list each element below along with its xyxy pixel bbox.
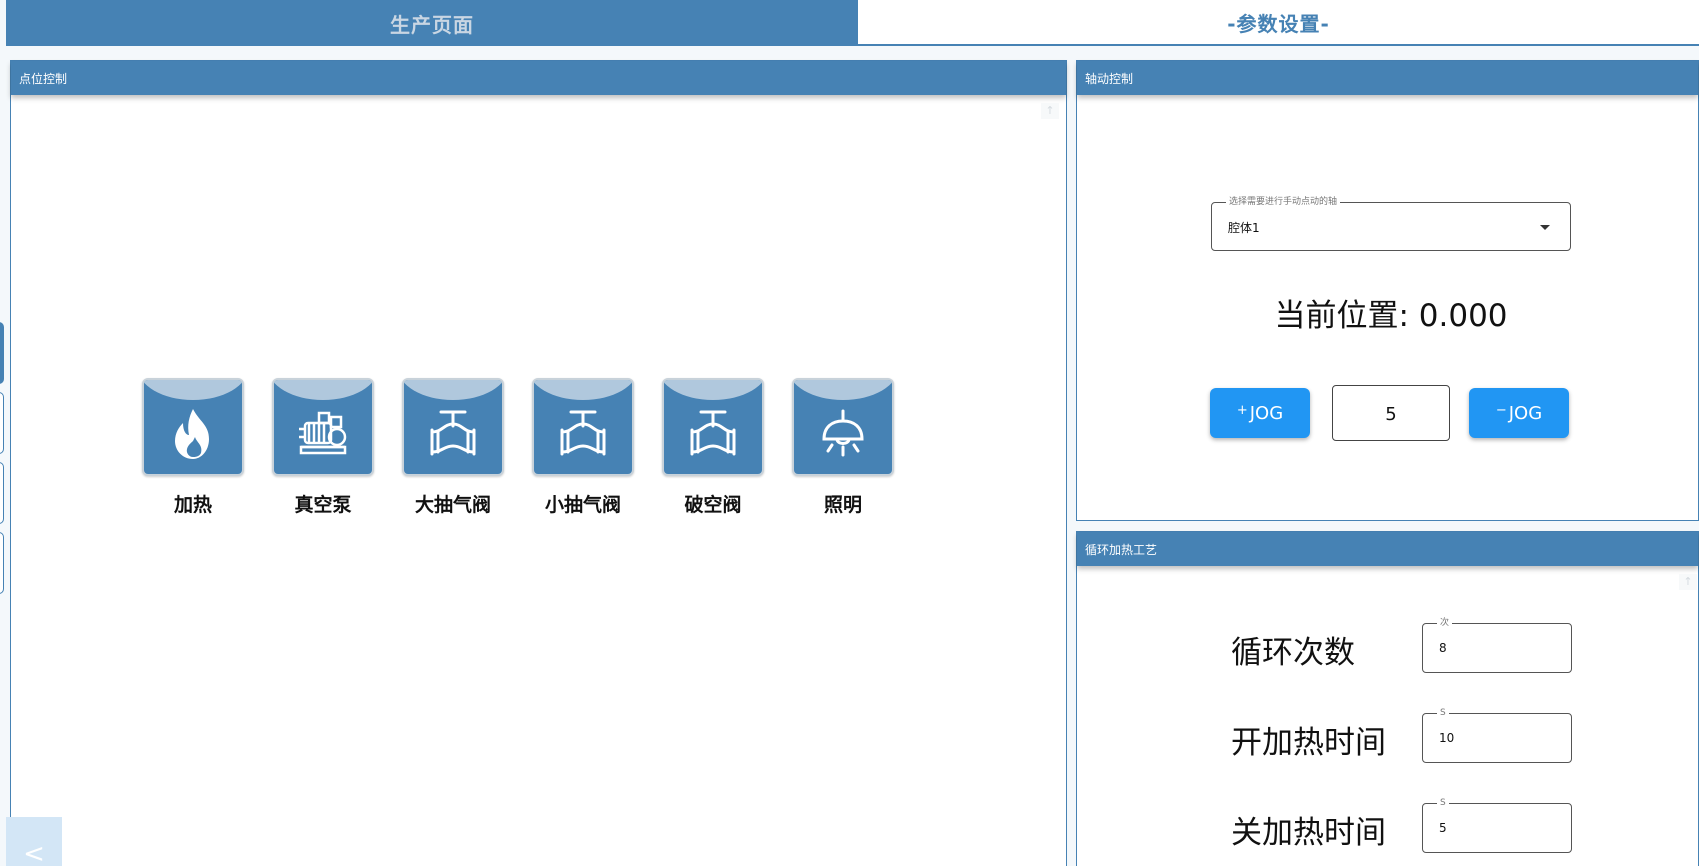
device-small-suction-valve: 小抽气阀 xyxy=(532,378,634,517)
heat-off-time-input[interactable]: S 5 xyxy=(1422,797,1572,853)
jog-step-value: 5 xyxy=(1385,404,1397,425)
valve-icon xyxy=(560,410,606,456)
device-vacuum-pump: 真空泵 xyxy=(272,378,374,517)
cycle-count-value: 8 xyxy=(1439,641,1447,655)
lighting-button[interactable] xyxy=(792,378,894,476)
device-label: 照明 xyxy=(823,494,862,516)
heat-on-time-input[interactable]: S 10 xyxy=(1422,707,1572,763)
scroll-up-icon[interactable]: ↑ xyxy=(1041,103,1059,119)
valve-icon xyxy=(430,410,476,456)
cycle-count-input[interactable]: 次 8 xyxy=(1422,617,1572,673)
point-control-title: 点位控制 xyxy=(11,61,1066,95)
device-heating: 加热 xyxy=(142,378,244,517)
device-vent-valve: 破空阀 xyxy=(662,378,764,517)
small-suction-valve-button[interactable] xyxy=(532,378,634,476)
device-large-suction-valve: 大抽气阀 xyxy=(402,378,504,517)
jog-plus-button[interactable]: + JOG xyxy=(1210,388,1310,438)
top-tab-bar: 生产页面 -参数设置- xyxy=(6,0,1699,46)
device-label: 小抽气阀 xyxy=(544,494,621,516)
device-label: 大抽气阀 xyxy=(414,494,491,516)
side-nav-stub-4[interactable] xyxy=(0,532,4,594)
tab-production[interactable]: 生产页面 xyxy=(6,0,858,46)
heat-on-time-value: 10 xyxy=(1439,731,1455,745)
large-suction-valve-button[interactable] xyxy=(402,378,504,476)
device-label: 加热 xyxy=(173,494,212,516)
vacuum-pump-icon xyxy=(299,411,347,455)
cycle-heating-panel: 循环加热工艺 ↑ xyxy=(1076,531,1699,866)
scroll-up-icon[interactable]: ↑ xyxy=(1679,574,1697,590)
heat-on-time-unit: S xyxy=(1437,707,1449,719)
jog-step-input[interactable]: 5 xyxy=(1332,385,1450,441)
chevron-down-icon xyxy=(1540,225,1550,230)
cycle-count-label: 循环次数 xyxy=(1231,635,1355,671)
side-nav-stub-1[interactable] xyxy=(0,322,4,384)
valve-icon xyxy=(690,410,736,456)
current-position-readout: 当前位置: 0.000 xyxy=(1274,298,1508,334)
cycle-heating-title: 循环加热工艺 xyxy=(1077,532,1698,566)
tab-parameter-settings[interactable]: -参数设置- xyxy=(858,0,1699,46)
heat-off-time-label: 关加热时间 xyxy=(1231,815,1386,851)
heat-on-time-label: 开加热时间 xyxy=(1231,725,1386,761)
side-nav-stub-2[interactable] xyxy=(0,392,4,454)
device-lighting: 照明 xyxy=(792,378,894,517)
heat-off-time-unit: S xyxy=(1437,797,1449,809)
cycle-count-unit: 次 xyxy=(1437,617,1453,629)
device-label: 真空泵 xyxy=(294,494,352,516)
device-label: 破空阀 xyxy=(684,494,742,516)
jog-plus-sign: + xyxy=(1236,402,1248,418)
device-button-row: 加热 真空泵 大抽气阀 小抽气阀 破空阀 照明 xyxy=(142,378,894,517)
jog-plus-label: JOG xyxy=(1249,402,1284,424)
collapse-sidebar-button[interactable]: < xyxy=(6,817,62,866)
vacuum-pump-button[interactable] xyxy=(272,378,374,476)
axis-select-label: 选择需要进行手动点动的轴 xyxy=(1226,196,1341,208)
jog-minus-button[interactable]: − JOG xyxy=(1469,388,1569,438)
axis-select-value: 腔体1 xyxy=(1228,221,1260,235)
jog-minus-label: JOG xyxy=(1508,402,1543,424)
heat-off-time-value: 5 xyxy=(1439,821,1447,835)
flame-icon xyxy=(175,409,209,459)
lamp-icon xyxy=(822,409,864,457)
axis-select[interactable]: 选择需要进行手动点动的轴 腔体1 xyxy=(1211,196,1571,251)
jog-minus-sign: − xyxy=(1495,402,1507,418)
vent-valve-button[interactable] xyxy=(662,378,764,476)
axis-control-title: 轴动控制 xyxy=(1077,61,1698,95)
side-nav-stub-3[interactable] xyxy=(0,462,4,524)
heating-button[interactable] xyxy=(142,378,244,476)
